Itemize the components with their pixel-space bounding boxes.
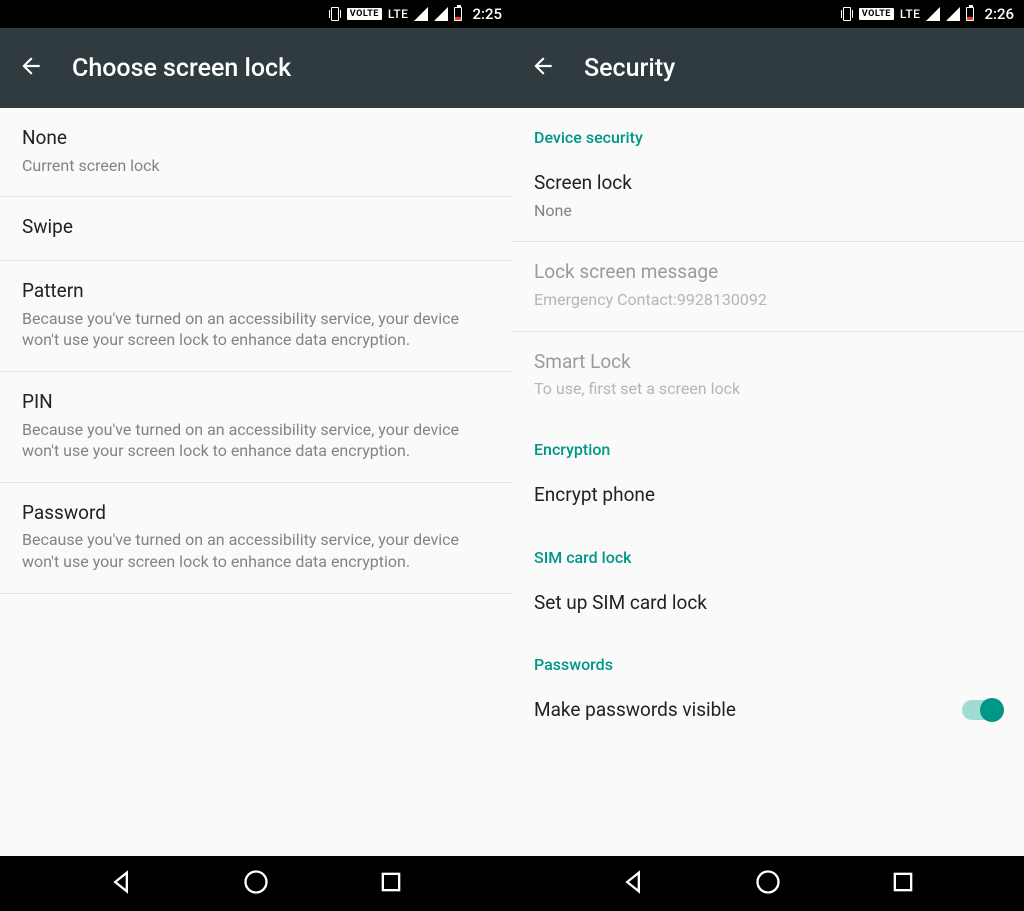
option-title: Password: [22, 501, 490, 526]
security-list: Device security Screen lock None Lock sc…: [512, 108, 1024, 856]
signal-icon: [414, 7, 428, 21]
item-setup-sim-lock[interactable]: Set up SIM card lock: [512, 573, 1024, 636]
nav-recent-icon[interactable]: [377, 868, 405, 900]
item-smart-lock: Smart Lock To use, first set a screen lo…: [512, 332, 1024, 420]
option-title: Swipe: [22, 215, 490, 240]
status-bar: VOLTE LTE 2:25: [0, 0, 512, 28]
nav-recent-icon[interactable]: [889, 868, 917, 900]
option-title: Pattern: [22, 279, 490, 304]
network-label: LTE: [900, 7, 921, 21]
item-subtitle: To use, first set a screen lock: [534, 378, 1002, 400]
status-bar: VOLTE LTE 2:26: [512, 0, 1024, 28]
network-label: LTE: [388, 7, 409, 21]
section-sim-card-lock: SIM card lock: [512, 528, 1024, 573]
back-arrow-icon[interactable]: [530, 53, 556, 83]
nav-bar: [512, 856, 1024, 911]
option-subtitle: Because you've turned on an accessibilit…: [22, 308, 490, 351]
lock-option-password[interactable]: Password Because you've turned on an acc…: [0, 483, 512, 594]
page-title: Choose screen lock: [72, 54, 291, 83]
item-title: Make passwords visible: [534, 698, 736, 721]
signal-icon: [946, 7, 960, 21]
volte-badge: VOLTE: [347, 8, 382, 20]
section-encryption: Encryption: [512, 420, 1024, 465]
item-title: Encrypt phone: [534, 483, 1002, 508]
option-title: PIN: [22, 390, 490, 415]
item-lock-screen-message: Lock screen message Emergency Contact:99…: [512, 242, 1024, 331]
option-subtitle: Current screen lock: [22, 155, 490, 177]
item-subtitle: None: [534, 200, 1002, 222]
nav-back-icon[interactable]: [619, 868, 647, 900]
battery-icon: [966, 7, 974, 21]
nav-home-icon[interactable]: [242, 868, 270, 900]
page-title: Security: [584, 54, 675, 83]
nav-bar-row: [0, 856, 1024, 911]
action-bar: Security: [512, 28, 1024, 108]
item-title: Screen lock: [534, 171, 1002, 196]
lock-option-pin[interactable]: PIN Because you've turned on an accessib…: [0, 372, 512, 483]
signal-icon: [926, 7, 940, 21]
clock: 2:26: [984, 5, 1014, 23]
screen-security: VOLTE LTE 2:26 Security Device security …: [512, 0, 1024, 856]
item-title: Lock screen message: [534, 260, 1002, 285]
item-make-passwords-visible[interactable]: Make passwords visible: [512, 680, 1024, 733]
section-passwords: Passwords: [512, 635, 1024, 680]
screen-choose-lock: VOLTE LTE 2:25 Choose screen lock None C…: [0, 0, 512, 856]
lock-option-swipe[interactable]: Swipe: [0, 197, 512, 261]
volte-badge: VOLTE: [859, 8, 894, 20]
clock: 2:25: [472, 5, 502, 23]
item-subtitle: Emergency Contact:9928130092: [534, 289, 1002, 311]
vibrate-icon: [329, 7, 341, 21]
lock-option-pattern[interactable]: Pattern Because you've turned on an acce…: [0, 261, 512, 372]
nav-home-icon[interactable]: [754, 868, 782, 900]
back-arrow-icon[interactable]: [18, 53, 44, 83]
option-subtitle: Because you've turned on an accessibilit…: [22, 529, 490, 572]
nav-back-icon[interactable]: [107, 868, 135, 900]
lock-options-list: None Current screen lock Swipe Pattern B…: [0, 108, 512, 856]
option-subtitle: Because you've turned on an accessibilit…: [22, 419, 490, 462]
action-bar: Choose screen lock: [0, 28, 512, 108]
item-screen-lock[interactable]: Screen lock None: [512, 153, 1024, 242]
item-title: Set up SIM card lock: [534, 591, 1002, 616]
option-title: None: [22, 126, 490, 151]
battery-icon: [454, 7, 462, 21]
lock-option-none[interactable]: None Current screen lock: [0, 108, 512, 197]
vibrate-icon: [841, 7, 853, 21]
nav-bar: [0, 856, 512, 911]
item-title: Smart Lock: [534, 350, 1002, 375]
section-device-security: Device security: [512, 108, 1024, 153]
signal-icon: [434, 7, 448, 21]
item-encrypt-phone[interactable]: Encrypt phone: [512, 465, 1024, 528]
toggle-switch[interactable]: [962, 700, 1002, 720]
